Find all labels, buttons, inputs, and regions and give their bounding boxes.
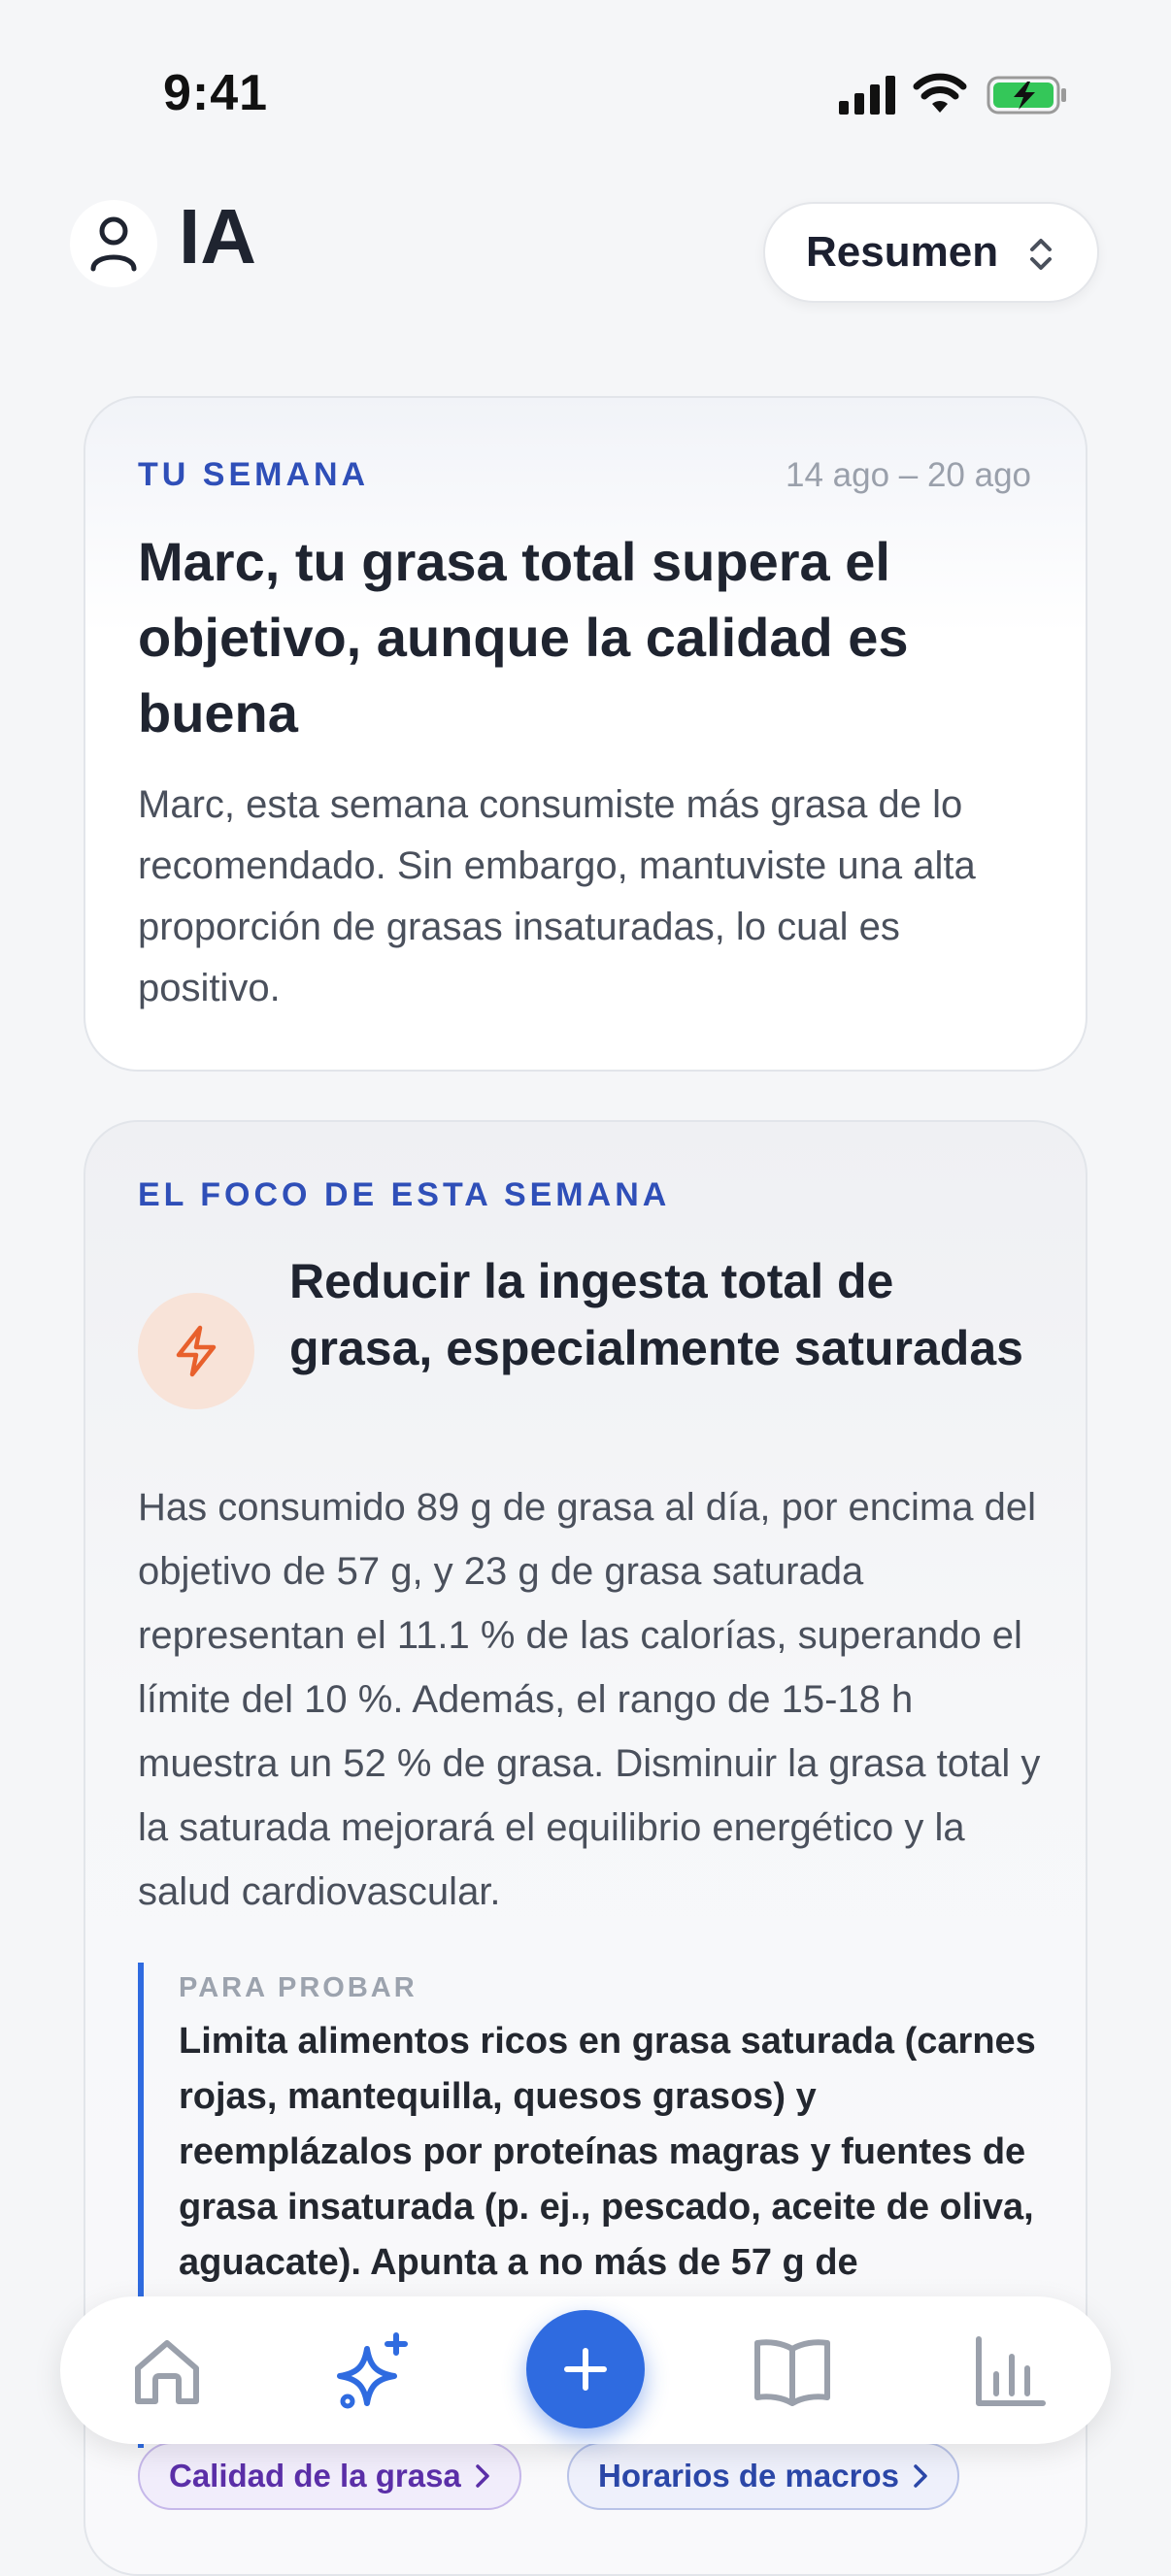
page-title: IA <box>179 193 256 280</box>
tab-stats[interactable] <box>969 2331 1051 2413</box>
focus-headline: Reducir la ingesta total de grasa, espec… <box>289 1254 1023 1375</box>
book-icon <box>754 2339 830 2406</box>
home-icon <box>135 2340 199 2404</box>
sparkles-icon <box>337 2332 408 2409</box>
week-summary-text: Marc, esta semana consumiste más grasa d… <box>138 783 976 1009</box>
tab-journal[interactable] <box>752 2331 833 2413</box>
chip-label: Horarios de macros <box>598 2458 899 2493</box>
bar-chart-icon <box>976 2336 1046 2406</box>
tab-bar <box>60 2296 1111 2444</box>
focus-body-text: Has consumido 89 g de grasa al día, por … <box>138 1486 1041 1913</box>
date-range: 14 ago – 20 ago <box>785 456 1031 494</box>
cellular-signal-icon <box>839 76 895 115</box>
period-selector-label: Resumen <box>806 228 999 276</box>
lightning-bolt-icon <box>176 1325 217 1377</box>
add-button[interactable] <box>526 2310 645 2428</box>
chip-fat-quality[interactable]: Calidad de la grasa <box>138 2442 521 2510</box>
focus-eyebrow: EL FOCO DE ESTA SEMANA <box>138 1176 671 1213</box>
week-eyebrow: TU SEMANA <box>138 456 370 493</box>
status-time: 9:41 <box>163 65 269 121</box>
tab-ai[interactable] <box>332 2331 414 2413</box>
battery-charging-icon <box>987 76 1066 115</box>
chevron-up-down-icon <box>1030 239 1052 270</box>
status-bar: 9:41 <box>0 0 1171 136</box>
chevron-right-icon <box>476 2464 489 2488</box>
week-headline: Marc, tu grasa total supera el objetivo,… <box>138 531 909 743</box>
week-summary-card[interactable]: TU SEMANA 14 ago – 20 ago Marc, tu grasa… <box>84 396 1087 1072</box>
focus-badge <box>138 1293 254 1409</box>
chevron-right-icon <box>914 2464 927 2488</box>
period-selector[interactable]: Resumen <box>763 202 1099 303</box>
chip-label: Calidad de la grasa <box>169 2458 461 2493</box>
tab-home[interactable] <box>126 2331 208 2413</box>
plus-icon <box>564 2348 607 2391</box>
try-text: Limita alimentos ricos en grasa saturada… <box>179 2021 1036 2283</box>
try-label: PARA PROBAR <box>179 1972 418 2003</box>
profile-button[interactable] <box>70 200 157 287</box>
person-icon <box>90 216 137 272</box>
chip-macro-timing[interactable]: Horarios de macros <box>567 2442 959 2510</box>
wifi-icon <box>913 73 967 113</box>
